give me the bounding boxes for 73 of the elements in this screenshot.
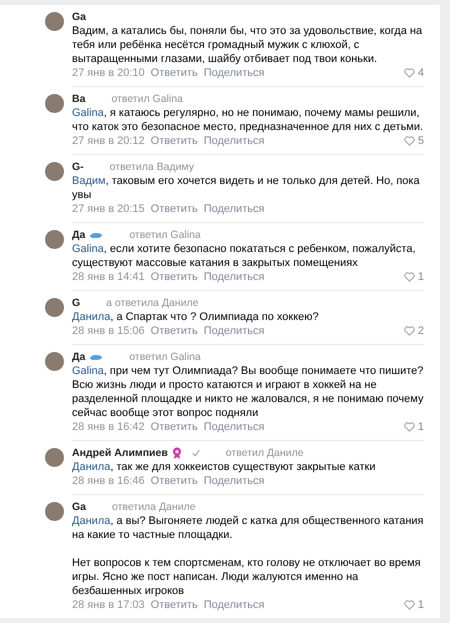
comment-text: Вадим, таковым его хочется видеть и не только для детей. Но, пока увы [72,174,421,202]
comment-date[interactable]: 27 янв в 20:12 [72,134,145,148]
comment-text: Данила, а вы? Выгоняете людей с катка для общественного катания на какие то частные площадки. [72,514,424,542]
mention-link[interactable]: Galina [72,107,104,119]
share-link[interactable]: Поделиться [204,134,264,148]
share-link[interactable]: Поделиться [204,474,264,488]
reply-target[interactable]: ответил Galina [129,229,201,241]
sticker-icon [89,230,104,240]
reply-target[interactable]: ответила Даниле [112,501,196,513]
comment-text: Вадим, а катались бы, поняли бы, что это за удовольствие, когда на тебя или ребёнка несётся громадный мужик с клюхой, с вытаращенными глазами, шайбу отбивает под твои коньки. [72,24,424,66]
avatar[interactable] [45,502,64,521]
comment-text: Galina, я катаюсь регулярно, но не понимаю, почему мамы решили, что каток это безопасное место, предназначенное для них с детьми. [72,106,424,134]
reply-link[interactable]: Ответить [150,134,198,148]
reply-link[interactable]: Ответить [150,324,198,338]
author-name[interactable]: Андрей Алимпиев [72,447,168,459]
like-button[interactable]: 1 [404,598,424,612]
like-button[interactable]: 4 [404,66,424,80]
share-link[interactable]: Поделиться [204,66,264,80]
avatar[interactable] [45,352,64,371]
reply-link[interactable]: Ответить [150,270,198,284]
like-button[interactable]: 5 [404,134,424,148]
author-name[interactable]: Да [72,351,86,363]
award-icon [172,447,182,459]
reply-target[interactable]: ответил Даниле [226,447,304,459]
sticker-icon [89,352,104,362]
avatar[interactable] [45,448,64,467]
comment-text: Galina, если хотите безопасно покататься с ребенком, пожалуйста, существуют массовые катания в закрытых помещениях [72,242,417,270]
share-link[interactable]: Поделиться [204,202,264,216]
reply-target[interactable]: а ответила Даниле [106,297,198,309]
avatar[interactable] [45,298,64,317]
comment-text: Данила, а Спартак что ? Олимпиада по хоккею? [72,310,320,324]
comment-text: Galina, при чем тут Олимпиада? Вы вообще понимаете что пишите? Всю жизнь люди и просто катаются и играют в хоккей на не разделенной площадке и никто не жаловался, я не понимаю почему сейчас вообще этот вопрос подняли [72,364,424,420]
mention-link[interactable]: Данила [72,311,110,323]
avatar[interactable] [45,94,64,113]
like-button[interactable]: 1 [404,420,424,434]
author-name[interactable]: Ga [72,11,86,23]
comment-text: Нет вопросов к тем спортсменам, кто голову не отключает во время игры. Ясно же пост написан. Люди жалуются именно на безбашенных игроков [72,556,422,598]
check-icon [192,449,200,457]
comment-text: Данила, так же для хоккеистов существуют закрытые катки [72,460,376,474]
share-link[interactable]: Поделиться [204,420,264,434]
share-link[interactable]: Поделиться [204,270,264,284]
reply-target[interactable]: ответил Galina [111,93,183,105]
mention-link[interactable]: Данила [72,515,110,527]
mention-link[interactable]: Вадим [72,175,106,187]
comment-date[interactable]: 27 янв в 20:15 [72,202,145,216]
reply-target[interactable]: ответила Вадиму [110,161,194,173]
reply-target[interactable]: ответил Galina [129,351,201,363]
author-name[interactable]: G [72,297,80,309]
comment-date[interactable]: 28 янв в 16:42 [72,420,145,434]
mention-link[interactable]: Galina [72,365,104,377]
mention-link[interactable]: Galina [72,243,104,255]
comment-date[interactable]: 28 янв в 17:03 [72,598,145,612]
author-name[interactable]: Ва [72,93,86,105]
author-name[interactable]: Да [72,229,86,241]
author-name[interactable]: G- [72,161,84,173]
reply-link[interactable]: Ответить [150,598,198,612]
comment-date[interactable]: 28 янв в 16:46 [72,474,145,488]
like-button[interactable]: 2 [404,324,424,338]
reply-link[interactable]: Ответить [150,202,198,216]
like-button[interactable]: 1 [404,270,424,284]
share-link[interactable]: Поделиться [204,324,264,338]
avatar[interactable] [45,12,64,31]
author-name[interactable]: Ga [72,501,86,513]
share-link[interactable]: Поделиться [204,598,264,612]
mention-link[interactable]: Данила [72,461,110,473]
avatar[interactable] [45,230,64,249]
reply-link[interactable]: Ответить [150,66,198,80]
comment-date[interactable]: 28 янв в 15:06 [72,324,145,338]
reply-link[interactable]: Ответить [150,420,198,434]
avatar[interactable] [45,162,64,181]
comment-date[interactable]: 28 янв в 14:41 [72,270,145,284]
comment-date[interactable]: 27 янв в 20:10 [72,66,145,80]
reply-link[interactable]: Ответить [150,474,198,488]
